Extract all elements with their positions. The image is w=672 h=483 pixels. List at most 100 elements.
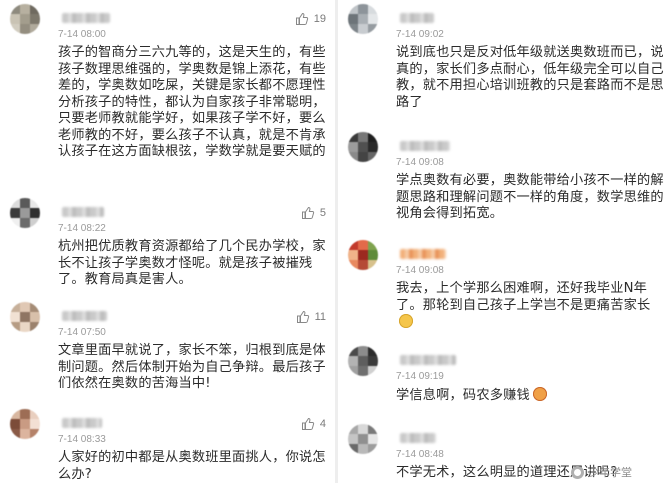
avatar[interactable]: [10, 409, 40, 439]
avatar[interactable]: [10, 302, 40, 332]
avatar[interactable]: [348, 240, 378, 270]
thumbs-up-icon: [301, 206, 315, 220]
avatar-pixel: [358, 260, 368, 270]
avatar-pixel: [348, 250, 358, 260]
avatar-pixel: [10, 14, 20, 24]
comment-text: 文章里面早就说了，家长不笨，归根到底是体制问题。然后体制开始为自己争辩。最后孩子…: [58, 343, 326, 391]
username-blurred[interactable]: [400, 249, 446, 259]
avatar[interactable]: [348, 346, 378, 376]
avatar-pixel: [20, 419, 30, 429]
avatar-pixel: [358, 444, 368, 454]
username-blurred[interactable]: [400, 355, 456, 365]
avatar-pixel: [348, 132, 358, 142]
avatar-pixel: [10, 419, 20, 429]
comment-text: 学信息啊，码农多赚钱: [396, 387, 666, 405]
avatar[interactable]: [10, 4, 40, 34]
username-blurred[interactable]: [400, 13, 434, 23]
username-blurred[interactable]: [400, 141, 450, 151]
avatar-pixel: [10, 429, 20, 439]
avatar-pixel: [358, 366, 368, 376]
avatar-pixel: [358, 142, 368, 152]
avatar-pixel: [20, 302, 30, 312]
avatar-pixel: [368, 14, 378, 24]
like-count: 19: [313, 13, 326, 25]
avatar-pixel: [358, 424, 368, 434]
avatar-pixel: [368, 152, 378, 162]
avatar-pixel: [368, 346, 378, 356]
avatar-pixel: [348, 366, 358, 376]
username-blurred[interactable]: [400, 433, 436, 443]
avatar-pixel: [368, 434, 378, 444]
watermark: 少年学堂: [571, 464, 632, 480]
avatar-pixel: [10, 302, 20, 312]
avatar-pixel: [348, 444, 358, 454]
avatar-pixel: [358, 4, 368, 14]
comment-text: 学点奥数有必要，奥数能带给小孩不一样的解题思路和理解问题不一样的角度，数学思维的…: [396, 173, 664, 221]
username-blurred[interactable]: [62, 311, 107, 321]
avatar-pixel: [368, 444, 378, 454]
watermark-text: 少年学堂: [588, 467, 632, 479]
avatar-pixel: [348, 260, 358, 270]
like-button[interactable]: 5: [301, 204, 326, 222]
avatar[interactable]: [10, 198, 40, 228]
avatar-pixel: [348, 424, 358, 434]
avatar-pixel: [10, 208, 20, 218]
avatar-pixel: [348, 356, 358, 366]
username-blurred[interactable]: [62, 207, 104, 217]
avatar-pixel: [10, 322, 20, 332]
avatar[interactable]: [348, 132, 378, 162]
thumbs-up-icon: [295, 12, 309, 26]
avatar-pixel: [30, 409, 40, 419]
avatar-pixel: [30, 198, 40, 208]
like-count: 5: [319, 207, 326, 219]
comment-time: 7-14 09:19: [396, 371, 444, 382]
avatar-pixel: [20, 208, 30, 218]
avatar-pixel: [30, 4, 40, 14]
like-button[interactable]: 4: [301, 415, 326, 433]
avatar-pixel: [10, 24, 20, 34]
avatar-pixel: [358, 250, 368, 260]
avatar-pixel: [20, 322, 30, 332]
avatar-pixel: [358, 24, 368, 34]
avatar-pixel: [348, 14, 358, 24]
avatar-pixel: [348, 24, 358, 34]
comment-text: 我去，上个学那么困难啊，还好我毕业N年了。那轮到自己孩子上学岂不是更痛苦家长: [396, 281, 666, 332]
comment-time: 7-14 07:50: [58, 327, 106, 338]
thumbs-up-icon: [296, 310, 310, 324]
avatar-pixel: [20, 14, 30, 24]
avatar-pixel: [368, 4, 378, 14]
avatar-pixel: [10, 218, 20, 228]
avatar-pixel: [348, 240, 358, 250]
avatar[interactable]: [348, 4, 378, 34]
avatar-pixel: [30, 419, 40, 429]
username-blurred[interactable]: [62, 13, 110, 23]
avatar-pixel: [10, 312, 20, 322]
avatar-pixel: [368, 240, 378, 250]
avatar-pixel: [30, 322, 40, 332]
avatar-pixel: [30, 218, 40, 228]
avatar-pixel: [368, 250, 378, 260]
comment-text: 杭州把优质教育资源都给了几个民办学校，家长不让孩子学奥数才怪呢。就是孩子被摧残了…: [58, 239, 326, 287]
avatar-pixel: [20, 409, 30, 419]
avatar-pixel: [20, 198, 30, 208]
comment-time: 7-14 08:22: [58, 223, 106, 234]
avatar[interactable]: [348, 424, 378, 454]
emoji-grin-face-icon: [532, 387, 547, 401]
like-button[interactable]: 19: [295, 10, 326, 28]
avatar-pixel: [358, 356, 368, 366]
avatar-pixel: [30, 429, 40, 439]
username-blurred[interactable]: [62, 418, 102, 428]
avatar-pixel: [30, 14, 40, 24]
avatar-pixel: [20, 4, 30, 14]
thumbs-up-icon: [301, 417, 315, 431]
like-button[interactable]: 11: [296, 308, 326, 326]
comment-text: 人家好的初中都是从奥数班里面挑人，你说怎么办?: [58, 450, 326, 482]
comment-text: 说到底也只是反对低年级就送奥数班而已，说真的，家长们多点耐心，低年级完全可以自己…: [396, 45, 664, 110]
avatar-pixel: [348, 152, 358, 162]
avatar-pixel: [368, 132, 378, 142]
avatar-pixel: [348, 346, 358, 356]
comment-column-right: 7-14 09:02 说到底也只是反对低年级就送奥数班而已，说真的，家长们多点耐…: [338, 0, 672, 483]
avatar-pixel: [20, 312, 30, 322]
comment-time: 7-14 09:08: [396, 265, 444, 276]
comment-time: 7-14 08:00: [58, 29, 106, 40]
